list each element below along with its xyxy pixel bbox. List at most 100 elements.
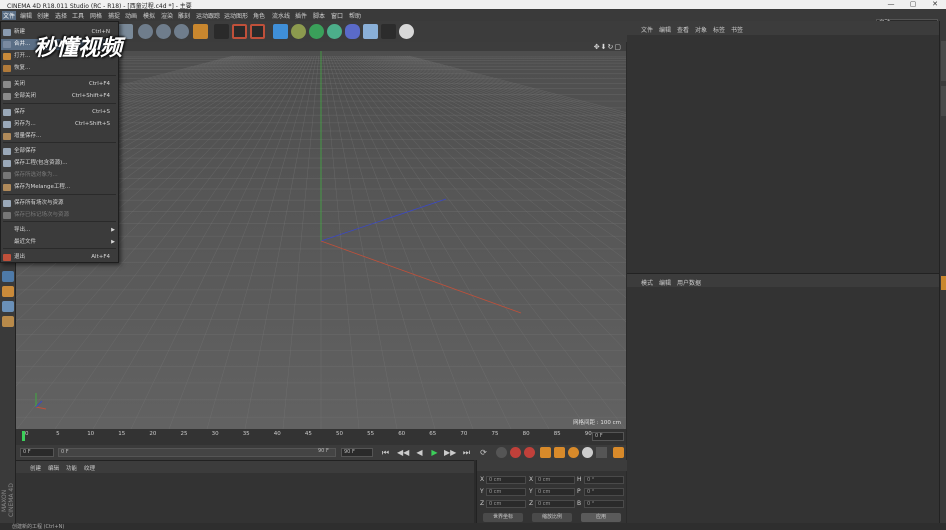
file-menu-item-recent-files[interactable]: 最近文件 ▶ (1, 237, 118, 248)
menu-plugins[interactable]: 插件 (295, 11, 307, 20)
object-tab-bookmarks[interactable]: 书签 (731, 25, 743, 34)
object-tab-view[interactable]: 查看 (677, 25, 689, 34)
file-menu-item-save-all[interactable]: 全部保存 (1, 146, 118, 157)
keyframe-selection-icon[interactable] (496, 447, 507, 458)
attribute-manager[interactable] (627, 287, 939, 523)
file-menu-item-save-project-assets[interactable]: 保存工程(包含资源)... (1, 158, 118, 169)
file-menu-item-export[interactable]: 导出... ▶ (1, 225, 118, 236)
object-tab-objects[interactable]: 对象 (695, 25, 707, 34)
rot-b-field[interactable]: 0 ° (584, 500, 624, 508)
side-tab-content-browser[interactable] (941, 86, 946, 116)
material-tab-function[interactable]: 功能 (66, 464, 77, 472)
menu-mograph[interactable]: 运动图形 (224, 11, 248, 20)
menu-window[interactable]: 窗口 (331, 11, 343, 20)
parameter-key-icon[interactable] (582, 447, 593, 458)
current-frame-field[interactable]: 0 F (592, 432, 624, 441)
file-menu-item-close[interactable]: 关闭 Ctrl+F4 (1, 79, 118, 90)
size-z-field[interactable]: 0 cm (535, 500, 575, 508)
object-manager[interactable] (627, 35, 939, 273)
coordinate-mode-select[interactable]: 世界坐标 (483, 513, 523, 522)
close-button[interactable]: ✕ (924, 0, 946, 9)
points-mode-icon[interactable] (2, 301, 14, 312)
menu-motion-tracking[interactable]: 运动跟踪 (196, 11, 220, 20)
pos-y-field[interactable]: 0 cm (486, 488, 526, 496)
render-picture-viewer-icon[interactable] (232, 24, 247, 39)
object-tab-file[interactable]: 文件 (641, 25, 653, 34)
position-key-icon[interactable] (540, 447, 551, 458)
model-mode-icon[interactable] (2, 271, 14, 282)
start-frame-field[interactable]: 0 F (20, 448, 54, 457)
timeline[interactable]: 0 5 10 15 20 25 30 35 40 45 50 55 60 65 70 75 80 85 90 0 F (16, 429, 626, 445)
side-tab-attributes[interactable] (941, 276, 946, 290)
end-frame-field[interactable]: 90 F (341, 448, 373, 457)
material-tab-edit[interactable]: 编辑 (48, 464, 59, 472)
material-tab-create[interactable]: 创建 (30, 464, 41, 472)
side-tab-objects[interactable] (941, 41, 946, 81)
attribute-tab-edit[interactable]: 编辑 (659, 278, 671, 287)
camera-icon[interactable] (381, 24, 396, 39)
render-view-icon[interactable] (214, 24, 229, 39)
go-to-end-button[interactable]: ⏭ (461, 447, 472, 458)
menu-create[interactable]: 创建 (37, 11, 49, 20)
material-tab-texture[interactable]: 纹理 (84, 464, 95, 472)
go-to-start-button[interactable]: ⏮ (380, 447, 391, 458)
file-menu-item-save-melange[interactable]: 保存为Melange工程... (1, 182, 118, 193)
viewport-nav-icons[interactable]: ✥⬇↻▢ (594, 43, 622, 51)
file-menu-item-save-all-takes-assets[interactable]: 保存所有场次与资源 (1, 198, 118, 209)
axis-y-icon[interactable] (156, 24, 171, 39)
menu-character[interactable]: 角色 (253, 11, 265, 20)
menu-edit[interactable]: 编辑 (20, 11, 32, 20)
menu-pipeline[interactable]: 流水线 (272, 11, 290, 20)
subdivision-icon[interactable] (309, 24, 324, 39)
attribute-tab-user-data[interactable]: 用户数据 (677, 278, 701, 287)
file-menu-item-exit[interactable]: 退出 Alt+F4 (1, 252, 118, 263)
autokey-icon[interactable] (524, 447, 535, 458)
deformer-icon[interactable] (345, 24, 360, 39)
array-icon[interactable] (327, 24, 342, 39)
object-tab-edit[interactable]: 编辑 (659, 25, 671, 34)
size-mode-select[interactable]: 缩放比例 (532, 513, 572, 522)
previous-key-button[interactable]: ◀◀ (397, 447, 409, 458)
menu-animate[interactable]: 动画 (125, 11, 137, 20)
pen-spline-icon[interactable] (291, 24, 306, 39)
file-menu-item-incremental-save[interactable]: 增量保存... (1, 131, 118, 142)
coordinate-system-icon[interactable] (193, 24, 208, 39)
file-menu-item-close-all[interactable]: 全部关闭 Ctrl+Shift+F4 (1, 91, 118, 102)
menu-script[interactable]: 脚本 (313, 11, 325, 20)
size-y-field[interactable]: 0 cm (535, 488, 575, 496)
menu-file[interactable]: 文件 (2, 11, 17, 20)
loop-button[interactable]: ⟳ (478, 447, 489, 458)
rot-p-field[interactable]: 0 ° (584, 488, 624, 496)
menu-tools[interactable]: 工具 (72, 11, 84, 20)
menu-render[interactable]: 渲染 (161, 11, 173, 20)
next-frame-button[interactable]: ▶▶ (444, 447, 456, 458)
menu-help[interactable]: 帮助 (349, 11, 361, 20)
texture-mode-icon[interactable] (2, 286, 14, 297)
axis-x-icon[interactable] (138, 24, 153, 39)
polygons-mode-icon[interactable] (2, 316, 14, 327)
pos-x-field[interactable]: 0 cm (486, 476, 526, 484)
object-tab-tags[interactable]: 标签 (713, 25, 725, 34)
rot-h-field[interactable]: 0 ° (584, 476, 624, 484)
apply-button[interactable]: 应用 (581, 513, 621, 522)
maximize-button[interactable]: ▢ (902, 0, 924, 9)
cube-icon[interactable] (273, 24, 288, 39)
rotation-key-icon[interactable] (568, 447, 579, 458)
playhead-marker[interactable] (22, 431, 25, 441)
timeline-window-icon[interactable] (613, 447, 624, 458)
file-menu-item-revert[interactable]: 恢复... (1, 63, 118, 74)
menu-mesh[interactable]: 网格 (90, 11, 102, 20)
play-button[interactable]: ▶ (429, 447, 440, 458)
attribute-tab-mode[interactable]: 模式 (641, 278, 653, 287)
file-menu-item-save[interactable]: 保存 Ctrl+S (1, 107, 118, 118)
axis-z-icon[interactable] (174, 24, 189, 39)
scale-key-icon[interactable] (554, 447, 565, 458)
pos-z-field[interactable]: 0 cm (486, 500, 526, 508)
minimize-button[interactable]: — (880, 0, 902, 9)
pla-key-icon[interactable] (596, 447, 607, 458)
menu-simulate[interactable]: 模拟 (143, 11, 155, 20)
record-icon[interactable] (510, 447, 521, 458)
menu-snap[interactable]: 捕捉 (108, 11, 120, 20)
light-icon[interactable] (399, 24, 414, 39)
range-slider[interactable]: 0 F (58, 448, 336, 457)
